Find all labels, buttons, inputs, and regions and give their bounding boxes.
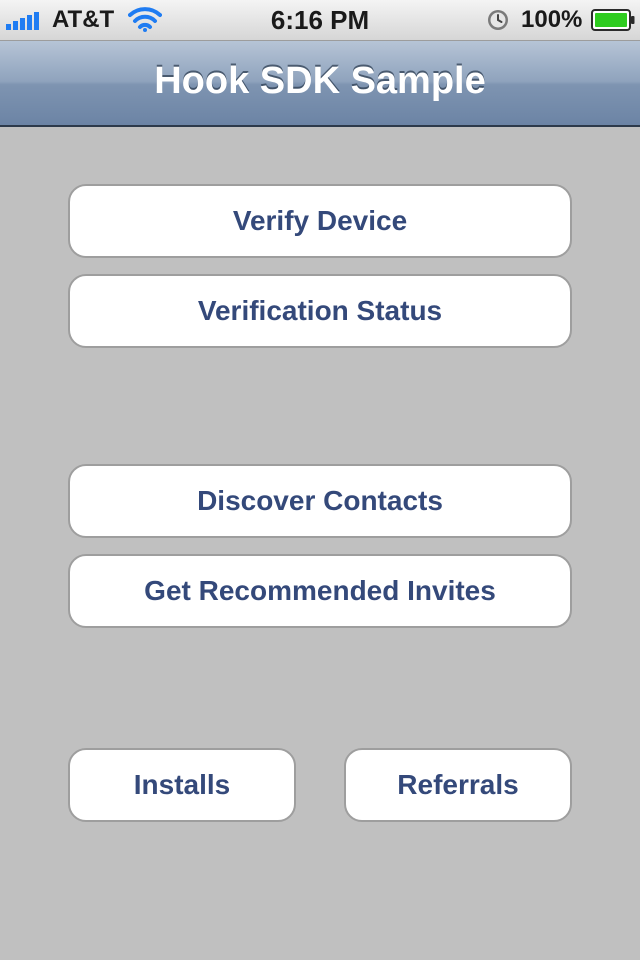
verify-device-button[interactable]: Verify Device xyxy=(68,184,572,258)
verification-status-button[interactable]: Verification Status xyxy=(68,274,572,348)
alarm-clock-icon xyxy=(488,10,508,30)
battery-icon xyxy=(591,9,635,31)
installs-button[interactable]: Installs xyxy=(68,748,296,822)
get-recommended-invites-label: Get Recommended Invites xyxy=(144,575,496,606)
referrals-button[interactable]: Referrals xyxy=(344,748,572,822)
referrals-label: Referrals xyxy=(397,769,519,800)
navigation-bar: Hook SDK Sample xyxy=(0,41,640,127)
discover-contacts-label: Discover Contacts xyxy=(197,485,443,516)
discover-contacts-button[interactable]: Discover Contacts xyxy=(68,464,572,538)
verification-status-label: Verification Status xyxy=(197,295,443,326)
get-recommended-invites-button[interactable]: Get Recommended Invites xyxy=(68,554,572,628)
page-title: Hook SDK Sample xyxy=(154,60,486,102)
installs-label: Installs xyxy=(133,769,231,800)
status-bar: AT&T 6:16 PM 100% xyxy=(0,0,640,41)
verify-device-label: Verify Device xyxy=(232,205,408,236)
battery-percentage: 100% xyxy=(521,6,583,33)
